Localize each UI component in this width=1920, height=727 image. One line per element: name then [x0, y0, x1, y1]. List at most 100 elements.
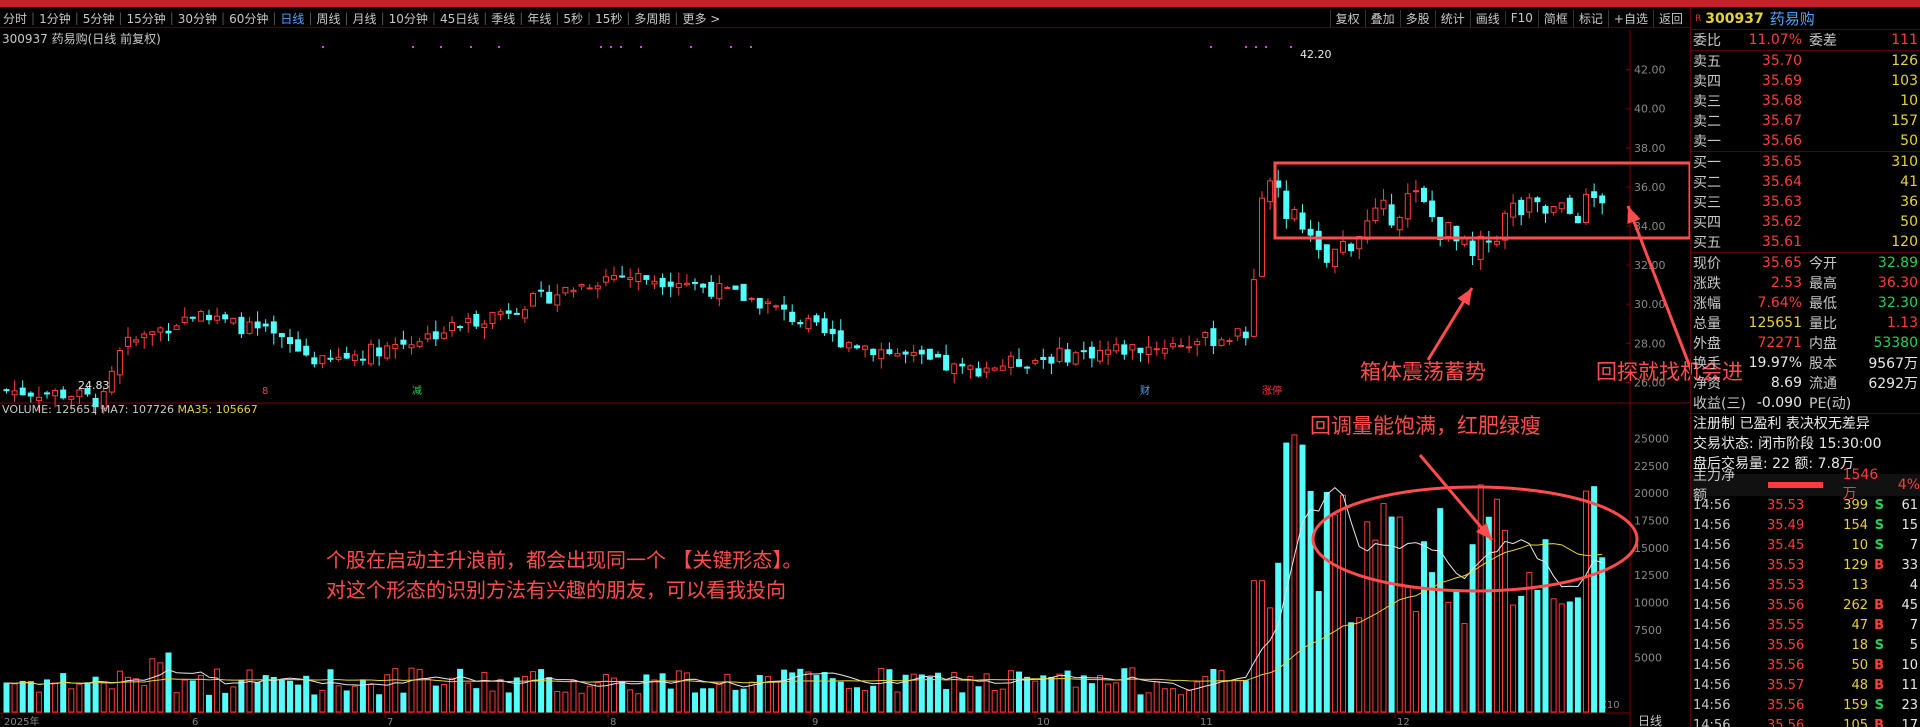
volume-tick-label: 15000 [1634, 542, 1669, 555]
month-label: 9 [812, 717, 818, 727]
volume-bar [578, 692, 585, 713]
candle-body [1574, 215, 1581, 224]
event-marker: 涨停 [1262, 384, 1282, 397]
candle-body [368, 343, 374, 365]
period-tab[interactable]: 5分钟 [80, 10, 118, 27]
candle-body [1113, 344, 1120, 352]
signal-dot [750, 46, 752, 48]
period-tab[interactable]: 30分钟 [175, 10, 220, 27]
volume-bar [27, 681, 34, 713]
period-tab[interactable]: 多周期 [631, 10, 673, 27]
signal-dot [730, 46, 732, 48]
order-book-row: 卖五 35.70 126 [1693, 53, 1918, 70]
volume-legend: VOLUME: 125651 MA7: 107726 MA35: 105667 [2, 403, 258, 416]
period-tab[interactable]: 周线 [313, 10, 343, 27]
candle-body [643, 275, 650, 280]
period-tab[interactable]: 年线 [524, 10, 554, 27]
volume-bar [1007, 670, 1014, 713]
candle-body [1145, 346, 1152, 356]
volume-bar [1024, 676, 1031, 713]
period-tab[interactable]: 5秒 [560, 10, 586, 27]
period-tab[interactable]: 分时 [0, 10, 30, 27]
tool-button[interactable]: F10 [1504, 11, 1538, 25]
candle-body [1421, 187, 1427, 202]
tool-button[interactable]: 标记 [1572, 9, 1608, 27]
candle-body [424, 333, 431, 340]
tick-list[interactable]: 14:56 35.53 399 S 61 14:56 35.49 154 S 15 14:56 35.… [1691, 496, 1920, 727]
volume-bar [197, 674, 204, 713]
candle-body [538, 289, 545, 292]
tool-button[interactable]: 复权 [1329, 9, 1365, 27]
candle-body [675, 283, 682, 288]
tool-button[interactable]: 叠加 [1364, 9, 1400, 27]
volume-bar [1445, 601, 1452, 713]
volume-bar [270, 677, 277, 713]
candle-body [910, 351, 917, 356]
volume-bar [440, 683, 447, 713]
stat-row: 总量 125651 量比 1.13 [1693, 315, 1918, 332]
candle-body [68, 395, 75, 400]
period-tab[interactable]: 季线 [488, 10, 518, 27]
candle-body [651, 280, 658, 285]
tool-button[interactable]: +自选 [1607, 9, 1653, 27]
tool-button[interactable]: 统计 [1434, 9, 1470, 27]
tool-button[interactable]: 多股 [1399, 9, 1435, 27]
volume-bar [44, 679, 50, 713]
volume-bar [643, 674, 650, 713]
candle-body [189, 316, 196, 319]
volume-bar [11, 683, 18, 713]
volume-bar [497, 678, 504, 713]
tool-button[interactable]: 简框 [1537, 9, 1573, 27]
ma35-value: MA35: 105667 [177, 403, 258, 416]
candle-body [513, 312, 520, 315]
volume-bar [100, 682, 107, 713]
volume-bar [1226, 680, 1233, 713]
main-flow-header[interactable]: 主力净额 1546万 4% [1691, 467, 1920, 504]
volume-bar [449, 677, 455, 713]
period-tab[interactable]: 45日线 [437, 10, 482, 27]
volume-bar [1348, 622, 1355, 713]
volume-bar [19, 680, 26, 713]
tool-button[interactable]: 画线 [1469, 9, 1505, 27]
volume-bar [368, 683, 374, 713]
volume-bar [287, 680, 293, 713]
volume-bar [1477, 484, 1484, 713]
period-tab[interactable]: 15分钟 [123, 10, 168, 27]
period-tab[interactable]: 更多 > [679, 10, 723, 27]
volume-bar [951, 672, 958, 713]
candle-body [1591, 191, 1598, 198]
volume-bar [68, 688, 75, 713]
volume-bar [1412, 611, 1419, 713]
period-tab[interactable]: 月线 [350, 10, 380, 27]
trade-status: 交易状态: 闭市阶段 15:30:00 [1693, 436, 1882, 452]
candle-body [270, 321, 277, 334]
candle-body [246, 321, 253, 334]
signal-dot [1265, 46, 1267, 48]
candle-body [991, 367, 998, 371]
volume-bar [1566, 601, 1573, 713]
candle-body [1485, 240, 1492, 243]
period-tab[interactable]: 10分钟 [386, 10, 431, 27]
tick-row: 14:56 35.53 129 B 33 [1693, 558, 1918, 573]
volume-bar [1485, 516, 1492, 713]
volume-bar [1267, 607, 1274, 713]
period-label: 日线 [1638, 714, 1662, 727]
candle-body [238, 316, 245, 335]
period-tab[interactable]: 1分钟 [36, 10, 74, 27]
period-tab[interactable]: 日线 [277, 10, 307, 27]
volume-bar [1591, 486, 1598, 713]
volume-bar [465, 682, 472, 713]
volume-bar [619, 680, 626, 713]
volume-bar [1105, 683, 1112, 713]
candle-body [1583, 193, 1589, 223]
candle-body [351, 354, 358, 361]
candle-body [489, 311, 496, 325]
tool-button[interactable]: 返回 [1652, 9, 1688, 27]
candle-body [27, 392, 34, 397]
period-tab[interactable]: 15秒 [592, 10, 625, 27]
volume-bar [246, 669, 253, 713]
signal-dot [1210, 46, 1212, 48]
period-tab[interactable]: 60分钟 [226, 10, 271, 27]
volume-bar [189, 680, 196, 713]
stock-header[interactable]: R 300937 药易购 [1691, 8, 1920, 30]
